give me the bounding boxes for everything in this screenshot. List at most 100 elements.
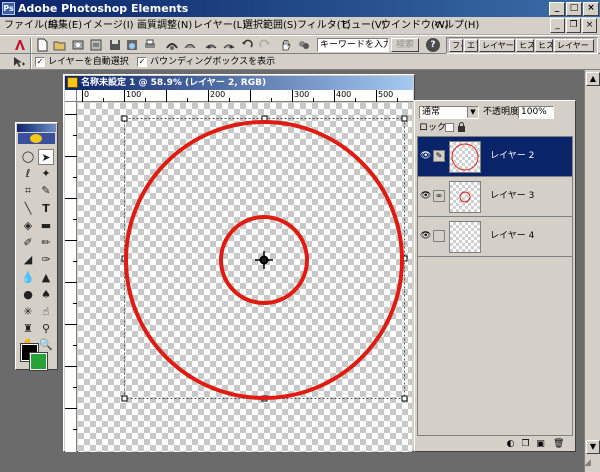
pencil-tool-icon[interactable]: ✏ <box>38 235 54 251</box>
type-tool-icon[interactable]: T <box>38 201 54 217</box>
save-icon[interactable] <box>108 38 122 52</box>
help-icon[interactable]: ? <box>426 38 440 52</box>
auto-select-layer-checkbox[interactable]: ✓ <box>35 57 45 67</box>
link-checkbox[interactable] <box>433 230 445 242</box>
maximize-button[interactable]: □ <box>566 2 582 16</box>
bounding-box-handle[interactable] <box>401 115 408 122</box>
menu-select[interactable]: 選択範囲(S) <box>243 19 297 32</box>
toolbox: ◯ ➤ ℓ ✦ ⌗ ✎ ╲ T ◈ ▬ ✐ ✏ ◢ ✑ 💧 ▲ ● ♠ ✳ ☝ … <box>15 122 58 371</box>
new-fill-layer-icon[interactable]: ▣ <box>535 439 546 450</box>
vertical-ruler[interactable] <box>65 102 77 452</box>
zoom-tool-icon[interactable]: 🔍 <box>38 337 54 353</box>
new-layer-icon[interactable]: ❐ <box>520 439 531 450</box>
gradient-tool-icon[interactable]: ▬ <box>38 218 54 234</box>
eyedropper-icon[interactable]: ⚲ <box>38 321 54 337</box>
minimize-button[interactable]: _ <box>549 2 565 16</box>
ruler-label: 0 <box>84 90 90 99</box>
brush-icon[interactable]: ✎ <box>433 150 445 162</box>
show-bounding-box-checkbox[interactable]: ✓ <box>137 57 147 67</box>
custom-shape-icon[interactable]: ╲ <box>20 201 36 217</box>
online-service-icon[interactable] <box>183 38 197 52</box>
palette-tab-effects[interactable]: エフ <box>464 39 478 52</box>
menu-view[interactable]: ビュー(V) <box>341 19 386 32</box>
impressionist-brush-icon[interactable]: ✑ <box>38 252 54 268</box>
background-color-swatch[interactable] <box>29 352 48 371</box>
horizontal-ruler[interactable]: 0 100 200 300 400 500 <box>77 90 413 102</box>
palette-well: フィ エフ レイヤー ヒス ヒス レイヤー <box>446 37 598 54</box>
search-button[interactable]: 検索 <box>391 38 419 52</box>
sharpen-tool-icon[interactable]: ▲ <box>38 270 54 286</box>
save-web-icon[interactable] <box>125 38 139 52</box>
step-forward-icon[interactable] <box>222 38 236 52</box>
menu-layer[interactable]: レイヤー(L) <box>193 19 246 32</box>
browse-icon[interactable] <box>71 38 85 52</box>
undo-icon[interactable] <box>240 38 254 52</box>
layer-row[interactable]: 👁 ✎ レイヤー 2 <box>418 137 572 177</box>
palette-tab-history[interactable]: ヒス <box>516 39 534 52</box>
palette-tab-layer-styles[interactable]: レイヤー <box>479 39 515 52</box>
palette-tab-filters[interactable]: フィ <box>449 39 463 52</box>
toolbox-title-bar[interactable] <box>17 124 56 132</box>
resize-grip-icon[interactable]: ◢ <box>584 456 598 470</box>
red-eye-brush-icon[interactable]: ✳ <box>20 304 36 320</box>
doc-minimize-button[interactable]: _ <box>550 18 565 33</box>
new-file-icon[interactable] <box>35 38 49 52</box>
attach-email-icon[interactable] <box>165 38 179 52</box>
dodge-tool-icon[interactable]: ♠ <box>38 287 54 303</box>
import-icon[interactable] <box>89 38 103 52</box>
paint-bucket-icon[interactable]: ◈ <box>20 218 36 234</box>
smudge-tool-icon[interactable]: ☝ <box>38 304 54 320</box>
layer-row[interactable]: 👁 レイヤー 4 <box>418 217 572 257</box>
redo-icon[interactable] <box>258 38 272 52</box>
chain-link-icon[interactable]: ∞ <box>433 190 445 202</box>
menu-help[interactable]: ヘルプ(H) <box>434 19 479 32</box>
ruler-origin[interactable] <box>65 90 77 102</box>
lock-icon[interactable] <box>457 122 466 133</box>
hand-scroll-icon[interactable] <box>279 38 293 52</box>
layer-row[interactable]: 👁 ∞ レイヤー 3 <box>418 177 572 217</box>
selection-brush-icon[interactable]: ✎ <box>38 183 54 199</box>
bounding-box-handle[interactable] <box>121 115 128 122</box>
menu-image[interactable]: イメージ(I) <box>83 19 134 32</box>
eye-icon[interactable]: 👁 <box>420 151 431 161</box>
blur-tool-icon[interactable]: 💧 <box>20 270 36 286</box>
doc-restore-button[interactable]: ❐ <box>566 18 581 33</box>
crop-tool-icon[interactable]: ⌗ <box>20 183 36 199</box>
canvas[interactable] <box>78 103 412 452</box>
menu-edit[interactable]: 編集(E) <box>48 19 82 32</box>
scroll-up-button[interactable]: ▲ <box>586 72 600 86</box>
menu-enhance[interactable]: 画質調整(N) <box>137 19 192 32</box>
adobe-icon[interactable] <box>13 38 27 52</box>
eraser-tool-icon[interactable]: ◢ <box>20 252 36 268</box>
blend-mode-select[interactable]: 通常 ▼ <box>419 106 479 119</box>
print-icon[interactable] <box>143 38 157 52</box>
search-input[interactable]: キーワードを入力 <box>317 38 389 52</box>
bounding-box-handle[interactable] <box>401 395 408 402</box>
close-button[interactable]: × <box>583 2 599 16</box>
eye-icon[interactable]: 👁 <box>420 191 431 201</box>
move-tool-icon[interactable]: ➤ <box>38 149 54 165</box>
lock-transparency-checkbox[interactable] <box>445 123 454 132</box>
layer-list: 👁 ✎ レイヤー 2 👁 ∞ レイヤー 3 👁 レイヤー 4 <box>417 136 573 436</box>
reference-point-icon[interactable] <box>255 251 273 269</box>
lasso-tool-icon[interactable]: ℓ <box>20 166 36 182</box>
sponge-tool-icon[interactable]: ● <box>20 287 36 303</box>
marquee-tool-icon[interactable]: ◯ <box>20 149 36 165</box>
brush-tool-icon[interactable]: ✐ <box>20 235 36 251</box>
palette-tab-histogram[interactable]: ヒス <box>535 39 553 52</box>
scroll-down-button[interactable]: ▼ <box>586 440 600 454</box>
color-palette-icon[interactable] <box>297 38 311 52</box>
open-folder-icon[interactable] <box>53 38 67 52</box>
chevron-down-icon[interactable]: ▼ <box>467 107 478 118</box>
palette-tab-layers[interactable]: レイヤー <box>554 39 594 52</box>
magic-wand-icon[interactable]: ✦ <box>38 166 54 182</box>
doc-close-button[interactable]: × <box>582 18 597 33</box>
adjustment-layer-icon[interactable]: ◐ <box>505 439 516 450</box>
clone-stamp-icon[interactable]: ♜ <box>20 321 36 337</box>
trash-icon[interactable]: 🗑 <box>553 439 564 450</box>
document-title-bar[interactable]: 名称未設定 1 @ 58.9% (レイヤー 2, RGB) <box>65 76 413 90</box>
bounding-box-handle[interactable] <box>121 395 128 402</box>
opacity-input[interactable]: 100% <box>518 106 554 119</box>
step-backward-icon[interactable] <box>204 38 218 52</box>
eye-icon[interactable]: 👁 <box>420 231 431 241</box>
